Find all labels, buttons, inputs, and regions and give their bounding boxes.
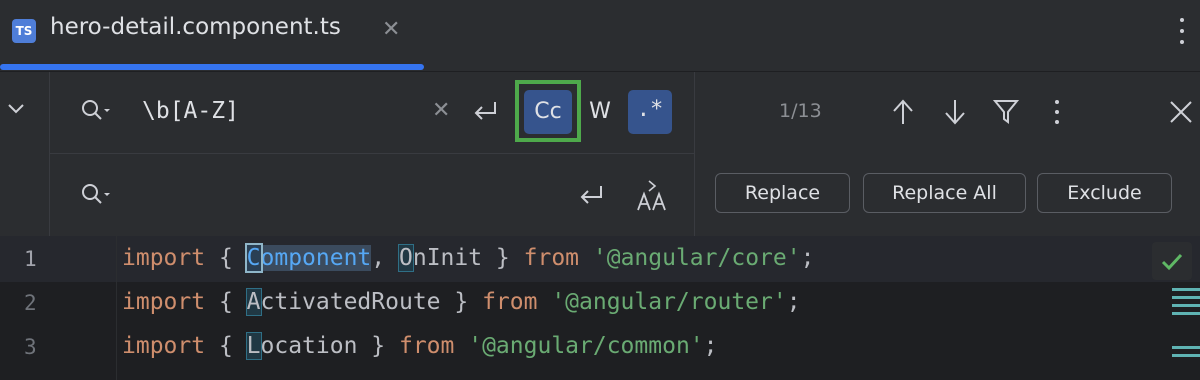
exclude-button[interactable]: Exclude	[1037, 173, 1172, 213]
replace-history-icon[interactable]	[80, 182, 114, 208]
scrollbar-match-marker	[1172, 304, 1200, 307]
filter-icon[interactable]	[993, 98, 1019, 126]
scrollbar-match-marker	[1172, 288, 1200, 291]
code-editor[interactable]: 1 2 3 import { Component, OnInit } from …	[0, 236, 1200, 380]
line-number: 1	[24, 247, 37, 271]
find-controls: 1/13 Replace Replace All Exclude	[694, 72, 1200, 236]
replace-all-button[interactable]: Replace All	[863, 173, 1026, 213]
more-options-icon[interactable]	[1051, 100, 1063, 126]
tab-title: hero-detail.component.ts	[50, 14, 341, 40]
code-line-1[interactable]: import { Component, OnInit } from '@angu…	[122, 243, 814, 273]
regex-toggle[interactable]: .*	[628, 90, 672, 134]
scrollbar-match-marker	[1172, 346, 1200, 349]
next-occurrence-icon[interactable]	[943, 98, 967, 126]
scrollbar-match-marker	[1172, 296, 1200, 299]
match-counter: 1/13	[779, 100, 822, 122]
previous-occurrence-icon[interactable]	[891, 98, 915, 126]
search-history-icon[interactable]	[80, 98, 114, 124]
search-row: \b[A-Z] ✕ Cc W .*	[50, 72, 694, 154]
editor-tab-bar: TS hero-detail.component.ts ✕	[0, 0, 1200, 72]
close-tab-icon[interactable]: ✕	[382, 17, 400, 42]
collapse-replace-chevron-icon[interactable]	[6, 98, 26, 118]
find-replace-panel: \b[A-Z] ✕ Cc W .* 1/13 Replace Replace A…	[0, 72, 1200, 236]
file-tab[interactable]: TS hero-detail.component.ts ✕	[0, 0, 424, 72]
inspection-status-check-icon[interactable]	[1152, 242, 1192, 280]
close-find-icon[interactable]	[1169, 100, 1193, 124]
preserve-case-icon[interactable]	[630, 174, 674, 218]
clear-search-icon[interactable]: ✕	[432, 98, 450, 123]
words-toggle[interactable]: W	[582, 90, 618, 134]
replace-button[interactable]: Replace	[715, 173, 850, 213]
gutter-separator	[116, 236, 117, 380]
tab-more-options-icon[interactable]	[1176, 16, 1188, 46]
scrollbar-match-marker	[1172, 312, 1200, 315]
match-case-toggle[interactable]: Cc	[524, 90, 572, 134]
search-input[interactable]: \b[A-Z]	[142, 98, 239, 124]
code-line-3[interactable]: import { Location } from '@angular/commo…	[122, 332, 718, 360]
replace-row	[50, 154, 694, 236]
typescript-file-icon: TS	[12, 19, 36, 43]
panel-left-gutter	[0, 72, 50, 236]
line-number: 2	[24, 291, 37, 315]
code-line-2[interactable]: import { ActivatedRoute } from '@angular…	[122, 288, 801, 316]
line-number: 3	[24, 335, 37, 359]
replace-new-line-icon[interactable]	[570, 174, 614, 218]
active-tab-indicator	[0, 64, 424, 70]
new-line-icon[interactable]	[464, 90, 508, 134]
scrollbar-match-marker	[1172, 354, 1200, 357]
